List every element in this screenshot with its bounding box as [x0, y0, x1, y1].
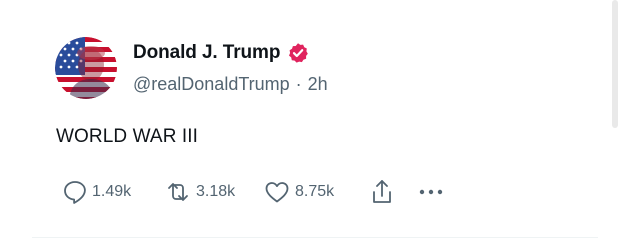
- post[interactable]: Donald J. Trump @realDonaldTrump · 2h WO…: [0, 0, 612, 246]
- like-count: 8.75k: [295, 183, 335, 200]
- avatar[interactable]: [55, 37, 117, 99]
- post-meta: @realDonaldTrump · 2h: [133, 74, 328, 95]
- heart-icon: [263, 179, 291, 205]
- like-button[interactable]: 8.75k: [263, 178, 334, 206]
- post-time[interactable]: 2h: [308, 74, 328, 95]
- repost-icon: [164, 179, 192, 205]
- more-button[interactable]: [417, 178, 445, 206]
- post-actions: 1.49k 3.18k 8.75k: [62, 178, 462, 206]
- repost-count: 3.18k: [196, 183, 236, 200]
- scrollbar[interactable]: [612, 0, 618, 128]
- author-handle[interactable]: @realDonaldTrump: [133, 74, 290, 95]
- verified-badge-icon: [287, 42, 309, 64]
- author-name-row: Donald J. Trump: [133, 41, 309, 65]
- post-text: WORLD WAR III: [56, 126, 199, 147]
- reply-button[interactable]: 1.49k: [62, 178, 131, 206]
- author-display-name[interactable]: Donald J. Trump: [133, 42, 280, 64]
- flag-portrait-avatar-icon: [55, 37, 117, 99]
- post-divider: [32, 237, 598, 238]
- share-button[interactable]: [369, 178, 395, 206]
- comment-icon: [62, 179, 88, 205]
- more-dots-icon: [417, 179, 445, 205]
- reply-count: 1.49k: [92, 183, 132, 200]
- page: Donald J. Trump @realDonaldTrump · 2h WO…: [0, 0, 622, 246]
- meta-separator: ·: [295, 74, 302, 94]
- repost-button[interactable]: 3.18k: [164, 178, 235, 206]
- share-icon: [369, 178, 395, 206]
